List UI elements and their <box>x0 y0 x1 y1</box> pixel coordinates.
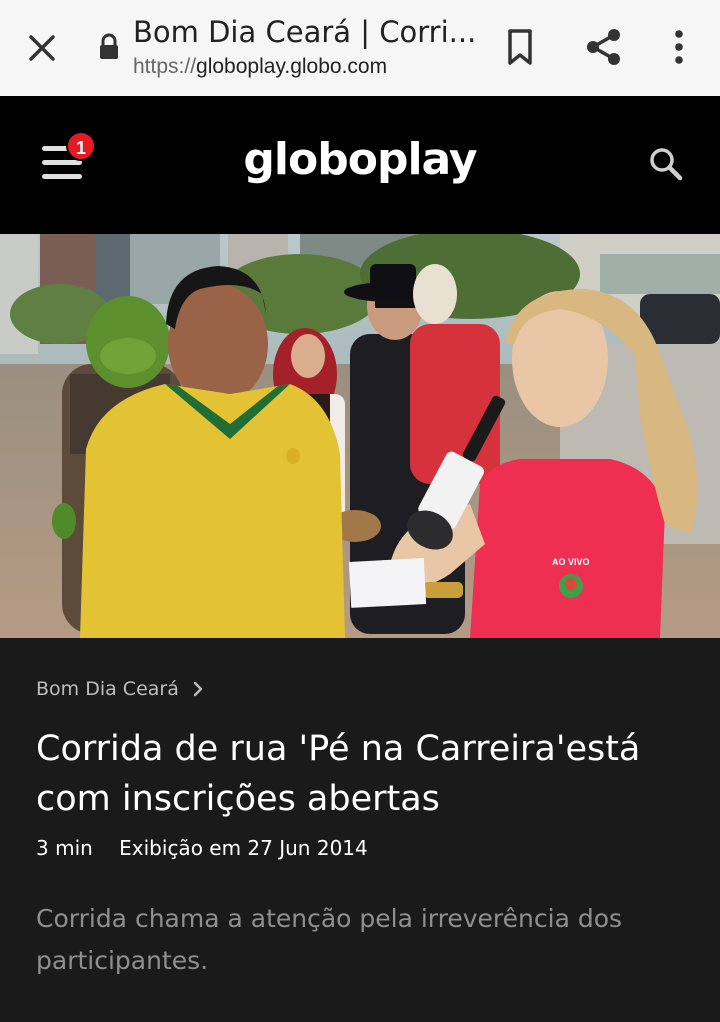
episode-meta: 3 min Exibição em 27 Jun 2014 <box>36 836 368 860</box>
video-player[interactable]: AO VIVO <box>0 234 720 638</box>
search-icon[interactable] <box>646 144 686 184</box>
program-link[interactable]: Bom Dia Ceará <box>36 678 205 700</box>
browser-toolbar: Bom Dia Ceará | Corri... https://globopl… <box>0 0 720 96</box>
chevron-right-icon <box>193 681 203 697</box>
url-host: globoplay.globo.com <box>196 55 388 78</box>
bookmark-icon[interactable] <box>500 26 540 68</box>
program-name: Bom Dia Ceará <box>36 678 179 700</box>
share-icon[interactable] <box>582 25 626 69</box>
episode-title: Corrida de rua 'Pé na Carreira'está com … <box>36 729 641 819</box>
episode-air-date: Exibição em 27 Jun 2014 <box>119 836 368 860</box>
episode-duration: 3 min <box>36 836 93 860</box>
lock-icon <box>98 33 120 61</box>
episode-description: Corrida chama a atenção pela irreverênci… <box>36 904 623 975</box>
url-scheme: https:// <box>133 55 197 78</box>
more-options-icon[interactable] <box>662 25 696 69</box>
app-header: 1 globoplay <box>0 96 720 234</box>
live-badge: AO VIVO <box>552 557 590 567</box>
close-icon[interactable] <box>22 28 62 68</box>
tab-title[interactable]: Bom Dia Ceará | Corri... <box>133 15 476 49</box>
globoplay-logo[interactable]: globoplay <box>0 134 720 185</box>
episode-info: Bom Dia Ceará Corrida de rua 'Pé na Carr… <box>0 638 720 1022</box>
url-bar[interactable]: https://globoplay.globo.com <box>133 55 387 79</box>
